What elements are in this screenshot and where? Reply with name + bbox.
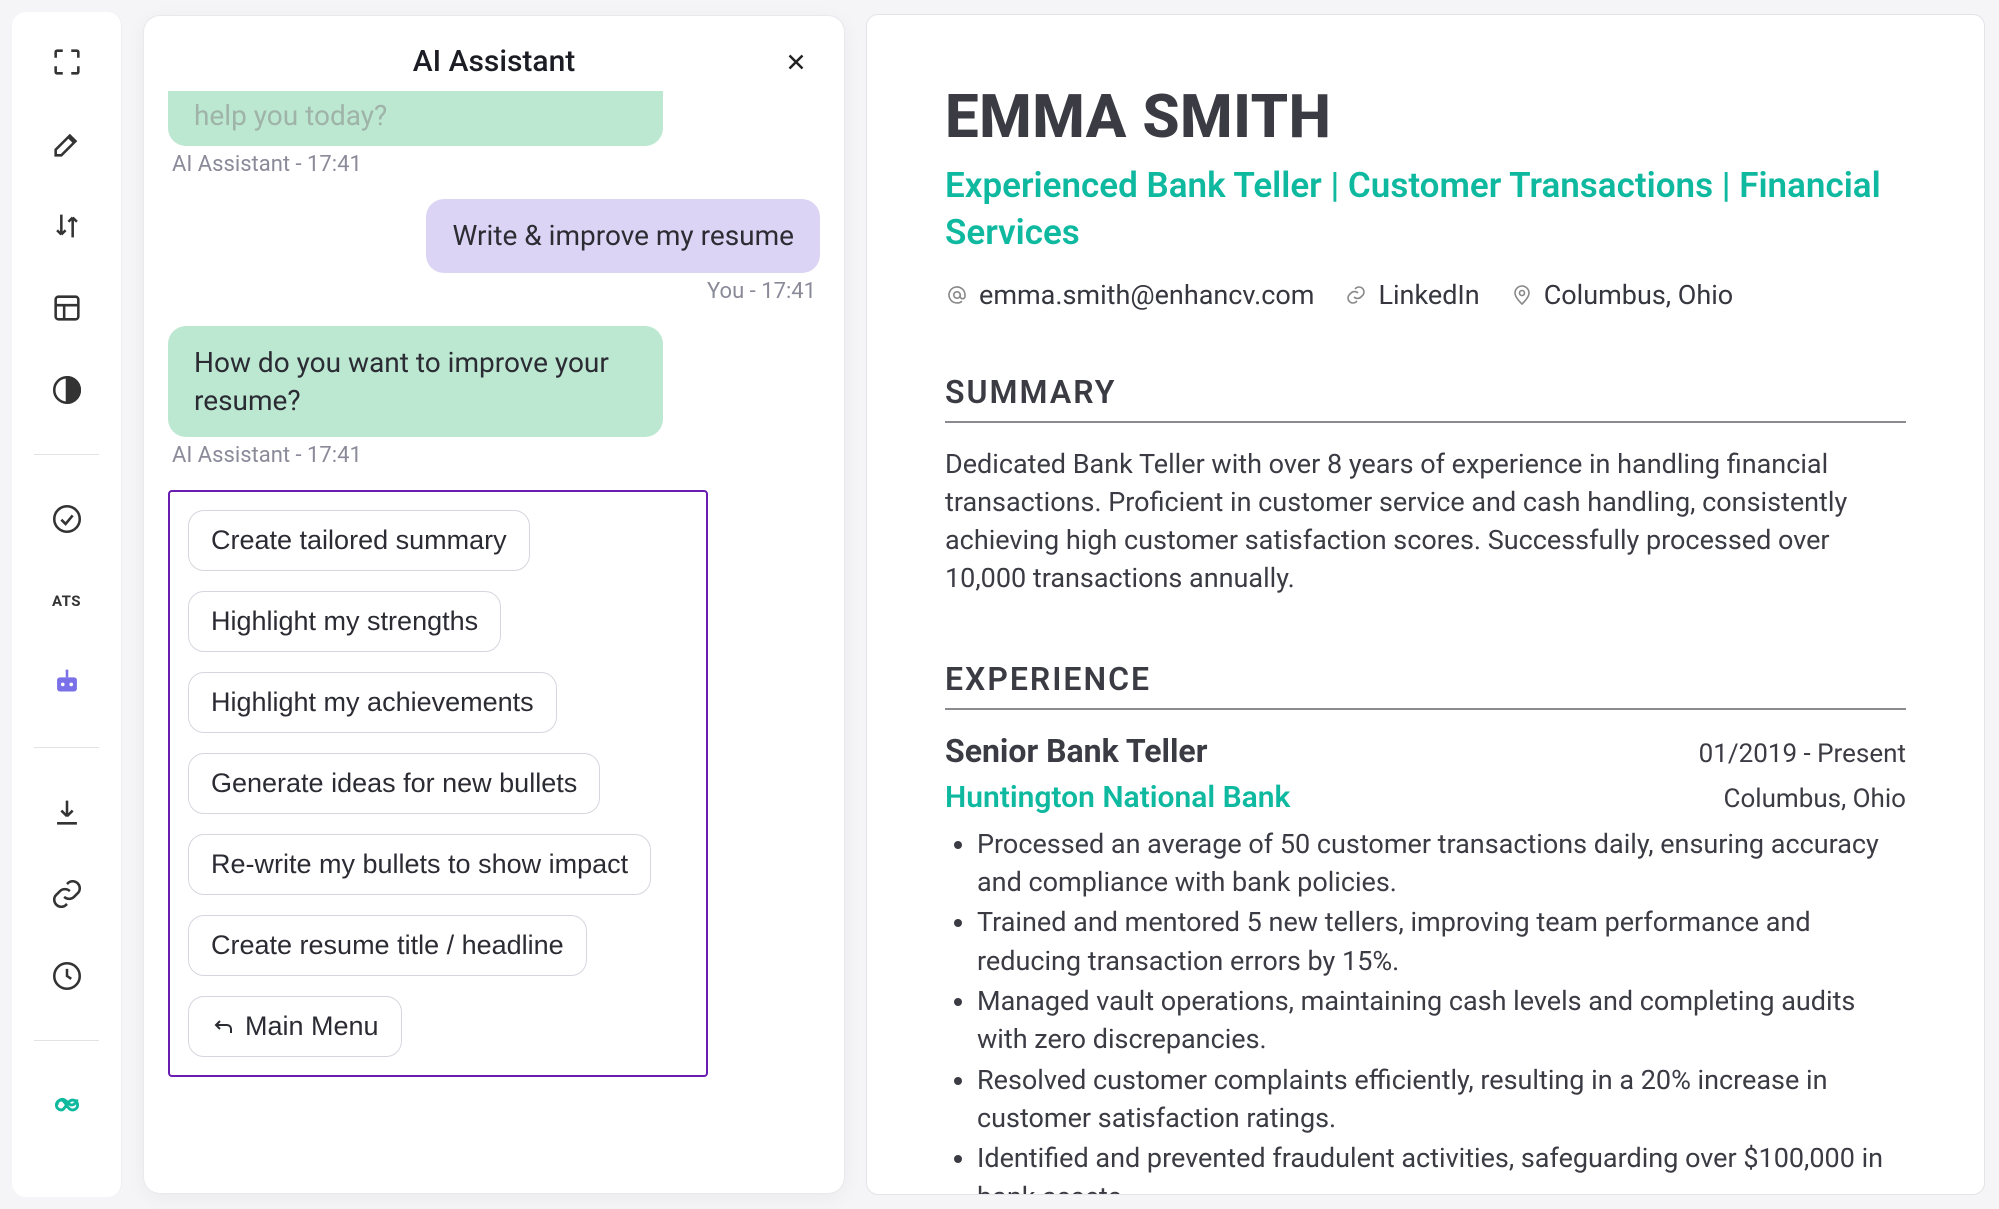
option-tailored-summary[interactable]: Create tailored summary [188,510,530,571]
at-icon [945,283,969,307]
chat-header: AI Assistant [144,16,844,91]
location-icon [1510,283,1534,307]
linkedin-value: LinkedIn [1378,279,1479,311]
assistant-meta-1: AI Assistant - 17:41 [172,443,816,468]
assistant-meta-0: AI Assistant - 17:41 [172,152,816,177]
edit-icon[interactable] [45,122,89,166]
toolbar-divider-3 [34,1040,99,1041]
contact-location: Columbus, Ohio [1510,279,1734,311]
ats-icon[interactable]: ATS [45,579,89,623]
robot-icon[interactable] [45,661,89,705]
toolbar-divider [34,454,99,455]
resume-preview: EMMA SMITH Experienced Bank Teller | Cus… [866,14,1985,1195]
option-highlight-achievements[interactable]: Highlight my achievements [188,672,557,733]
link-icon [1344,283,1368,307]
resume-name: EMMA SMITH [945,81,1906,152]
chat-title: AI Assistant [413,44,576,79]
job-company: Huntington National Bank [945,780,1290,815]
assistant-bubble: How do you want to improve your resume? [168,326,663,438]
option-rewrite-bullets[interactable]: Re-write my bullets to show impact [188,834,651,895]
history-icon[interactable] [45,954,89,998]
summary-heading: SUMMARY [945,373,1906,411]
summary-divider [945,421,1906,423]
option-create-headline[interactable]: Create resume title / headline [188,915,587,976]
close-button[interactable] [778,44,814,80]
job-location: Columbus, Ohio [1724,784,1906,814]
experience-divider [945,708,1906,710]
summary-text: Dedicated Bank Teller with over 8 years … [945,445,1906,598]
assistant-bubble-cut: help you today? [168,91,663,146]
option-highlight-strengths[interactable]: Highlight my strengths [188,591,501,652]
contact-linkedin[interactable]: LinkedIn [1344,279,1479,311]
main-menu-label: Main Menu [245,1011,379,1042]
resume-headline: Experienced Bank Teller | Customer Trans… [945,162,1906,257]
infinity-icon[interactable] [45,1083,89,1127]
job-dates: 01/2019 - Present [1699,739,1906,769]
suggestion-options: Create tailored summary Highlight my str… [168,490,708,1077]
experience-heading: EXPERIENCE [945,660,1906,698]
location-value: Columbus, Ohio [1544,279,1734,311]
sort-icon[interactable] [45,204,89,248]
main-menu-button[interactable]: Main Menu [188,996,402,1057]
user-bubble: Write & improve my resume [426,199,820,273]
contact-row: emma.smith@enhancv.com LinkedIn Columbus… [945,279,1906,311]
ai-assistant-panel: AI Assistant help you today? AI Assistan… [144,16,844,1193]
user-meta: You - 17:41 [707,279,816,304]
job-bullets: Processed an average of 50 customer tran… [945,825,1906,1195]
side-toolbar: ATS [12,12,122,1197]
layout-icon[interactable] [45,286,89,330]
contact-email: emma.smith@enhancv.com [945,279,1314,311]
job-bullet: Managed vault operations, maintaining ca… [977,982,1906,1059]
chat-body: help you today? AI Assistant - 17:41 Wri… [144,91,844,1193]
expand-icon[interactable] [45,40,89,84]
job-bullet: Processed an average of 50 customer tran… [977,825,1906,902]
back-arrow-icon [211,1015,235,1039]
job-bullet: Trained and mentored 5 new tellers, impr… [977,903,1906,980]
toolbar-divider-2 [34,747,99,748]
job-bullet: Identified and prevented fraudulent acti… [977,1139,1906,1195]
download-icon[interactable] [45,790,89,834]
email-value: emma.smith@enhancv.com [979,279,1314,311]
job-role: Senior Bank Teller [945,732,1207,770]
option-generate-bullets[interactable]: Generate ideas for new bullets [188,753,600,814]
job-bullet: Resolved customer complaints efficiently… [977,1061,1906,1138]
contrast-icon[interactable] [45,368,89,412]
link-icon[interactable] [45,872,89,916]
check-icon[interactable] [45,497,89,541]
